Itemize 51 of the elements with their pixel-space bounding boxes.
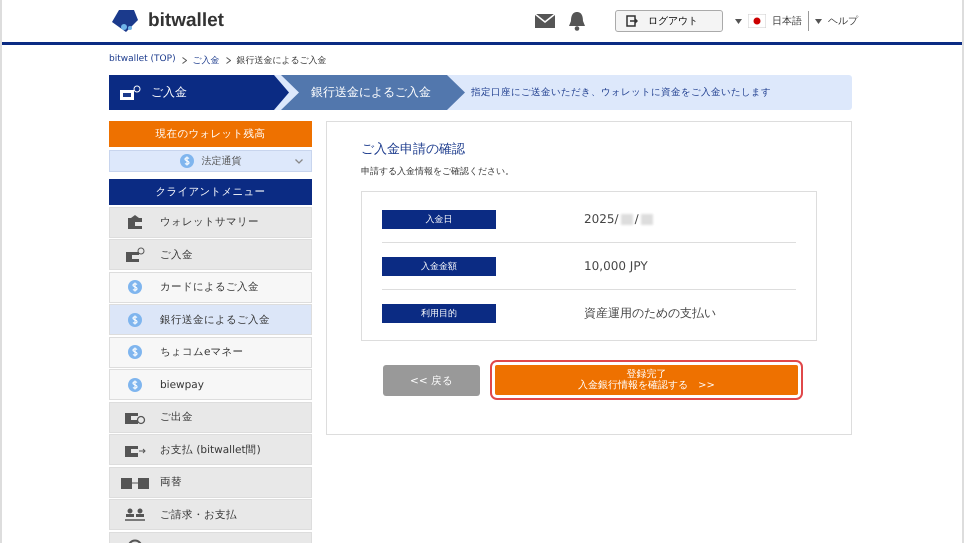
menu-item[interactable]: biewpay [109,369,312,400]
field-value: 10,000 JPY [584,259,648,273]
chevron-right-icon [182,57,187,64]
logo-icon [110,8,140,34]
deposit-icon [119,84,141,100]
logout-icon [626,15,638,27]
language-selector[interactable]: 日本語 [735,14,802,28]
menu-item[interactable]: カードによるご入金 [109,272,312,302]
menu-item[interactable]: 銀行送金によるご入金 [109,304,312,335]
currency-selector[interactable]: 法定通貨 [109,150,312,172]
dollar-icon [180,154,194,168]
breadcrumb-current: 銀行送金によるご入金 [236,54,327,67]
balance-header: 現在のウォレット残高 [109,121,312,147]
logout-button[interactable]: ログアウト [615,10,723,32]
redacted-block [640,214,653,224]
step-description: 指定口座にご送金いただき、ウォレットに資金をご入金いたします [471,86,771,99]
caret-icon [735,18,742,24]
breadcrumb-link[interactable]: bitwallet (TOP) [109,54,176,67]
menu-item[interactable]: ウォレットサマリー [109,206,312,238]
caret-icon [815,18,822,24]
chevron-down-icon [295,159,303,164]
redacted-block [620,214,633,224]
help-menu[interactable]: ヘルプ [815,14,858,28]
wallet-icon [127,214,143,230]
dollar-icon [128,312,142,326]
field-label: 入金日 [382,210,496,228]
mail-icon[interactable] [535,14,555,28]
menu-item[interactable]: ご出金 [109,402,312,432]
people-icon [125,508,145,522]
field-value: / [634,212,639,226]
field-value: 2025/ [584,212,619,226]
menu-item[interactable]: ご入金 [109,239,312,270]
breadcrumb-link[interactable]: ご入金 [192,54,220,67]
wallet-plus-icon [125,246,145,262]
field-label: 入金金額 [382,256,496,276]
bell-icon[interactable] [567,11,587,31]
field-label: 利用目的 [382,304,496,322]
field-value: 資産運用のための支払い [584,304,716,322]
dollar-icon [128,345,142,359]
logo-text: bitwallet [148,10,224,32]
dollar-icon [128,378,142,392]
panel-subtitle: 申請する入金情報をご確認ください。 [361,166,515,178]
dollar-icon [128,280,142,294]
chevron-right-icon [226,57,231,64]
flag-icon [748,14,766,28]
menu-item[interactable]: ちょコムeマネー [109,336,312,368]
menu-item[interactable]: お支払 (bitwallet間) [109,434,312,465]
panel-title: ご入金申請の確認 [361,141,466,158]
menu-header: クライアントメニュー [109,179,312,205]
menu-item[interactable]: 両替 [109,466,312,498]
menu-item[interactable]: ご請求・お支払 [109,499,312,530]
